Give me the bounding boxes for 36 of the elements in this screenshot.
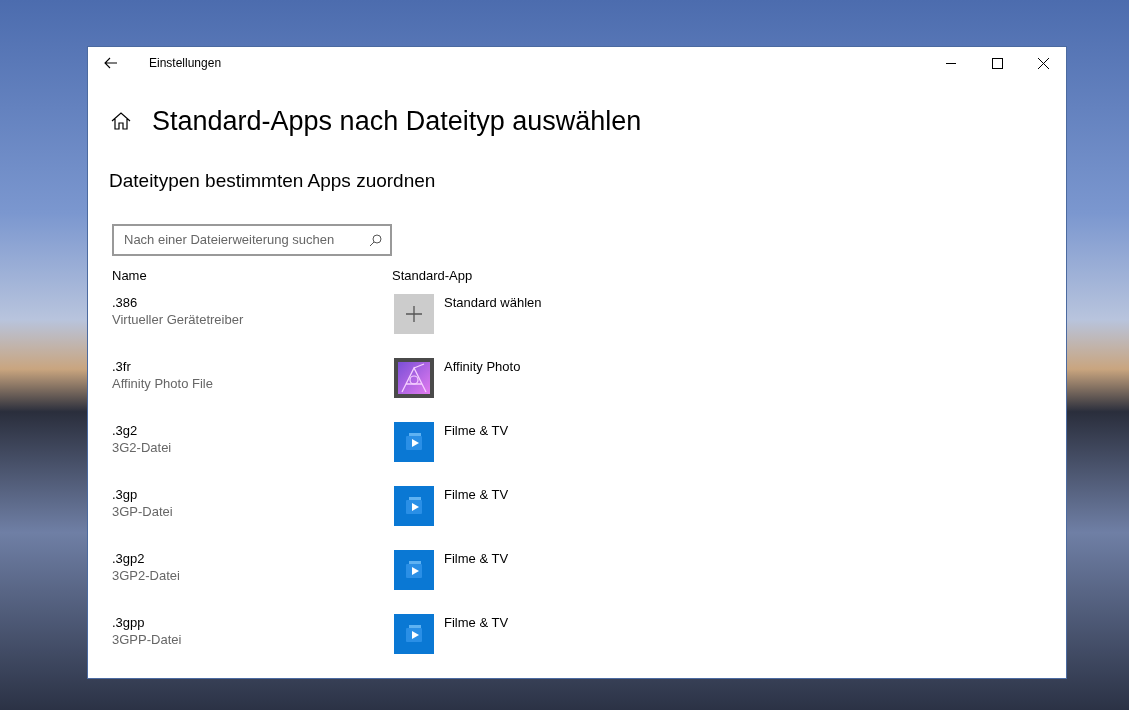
search-icon — [369, 233, 382, 247]
file-extension: .3gp — [112, 486, 139, 503]
default-app-button[interactable]: Filme & TV — [394, 614, 509, 654]
file-extension: .386 — [112, 294, 139, 311]
file-extension: .3gpp — [112, 614, 146, 631]
file-type-description: 3GP-Datei — [112, 503, 174, 521]
maximize-icon — [991, 57, 1003, 69]
file-type-description: Affinity Photo File — [112, 375, 214, 393]
default-app-button[interactable]: Filme & TV — [394, 486, 509, 526]
back-arrow-icon — [104, 57, 118, 69]
file-type-description: Virtueller Gerätetreiber — [112, 311, 245, 329]
section-title: Dateitypen bestimmten Apps zuordnen — [109, 169, 437, 193]
play-icon — [394, 422, 434, 462]
page-title: Standard-Apps nach Dateityp auswählen — [152, 105, 642, 138]
search-field[interactable]: Nach einer Dateierweiterung suchen — [112, 223, 392, 256]
column-header: Standard-App — [392, 266, 473, 285]
play-icon — [394, 614, 434, 654]
file-extension: .3gp2 — [112, 550, 146, 567]
column-header: Name — [112, 266, 148, 285]
play-icon — [394, 550, 434, 590]
window-title: Einstellungen — [149, 55, 222, 72]
plus-icon — [394, 294, 434, 334]
default-app-button[interactable]: Filme & TV — [394, 550, 509, 590]
file-type-description: 3GP2-Datei — [112, 567, 181, 585]
default-app-button[interactable]: Affinity Photo — [394, 358, 521, 398]
minimize-icon — [946, 62, 956, 64]
default-app-button[interactable]: Standard wählen — [394, 294, 542, 334]
close-icon — [1037, 57, 1049, 69]
default-app-button[interactable]: Filme & TV — [394, 422, 509, 462]
file-type-description: 3G2-Datei — [112, 439, 173, 457]
file-extension: .3fr — [112, 358, 132, 375]
home-icon[interactable] — [111, 112, 131, 130]
play-icon — [394, 486, 434, 526]
file-extension: .3g2 — [112, 422, 139, 439]
file-type-description: 3GPP-Datei — [112, 631, 183, 649]
app-logo-icon — [394, 358, 434, 398]
